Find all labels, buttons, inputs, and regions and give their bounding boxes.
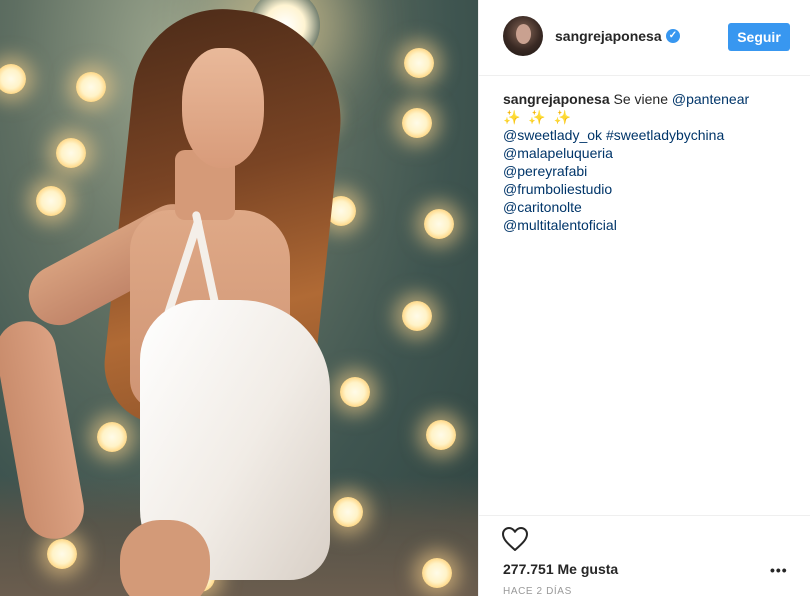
light-bulb bbox=[424, 209, 454, 239]
light-bulb bbox=[404, 48, 434, 78]
post-photo[interactable] bbox=[0, 0, 478, 596]
post-actions: 277.751 Me gusta ••• HACE 2 DÍAS bbox=[479, 515, 810, 596]
post-sidebar: sangrejaponesa ✓ Seguir sangrejaponesa S… bbox=[478, 0, 810, 596]
follow-button[interactable]: Seguir bbox=[728, 23, 790, 51]
light-bulb bbox=[36, 186, 66, 216]
light-bulb bbox=[47, 539, 77, 569]
light-bulb bbox=[76, 72, 106, 102]
avatar-face bbox=[516, 24, 531, 44]
mention-link[interactable]: @pantenear bbox=[672, 91, 749, 107]
mention-link[interactable]: @sweetlady_ok bbox=[503, 127, 602, 143]
light-bulb bbox=[422, 558, 452, 588]
username-link[interactable]: sangrejaponesa bbox=[555, 28, 662, 44]
post-timestamp[interactable]: HACE 2 DÍAS bbox=[503, 586, 572, 596]
verified-check-icon: ✓ bbox=[666, 29, 680, 43]
light-bulb bbox=[402, 108, 432, 138]
mention-link[interactable]: @frumboliestudio bbox=[503, 181, 612, 197]
mention-link[interactable]: @pereyrafabi bbox=[503, 163, 587, 179]
mention-link[interactable]: @caritonolte bbox=[503, 199, 582, 215]
light-bulb bbox=[426, 420, 456, 450]
sparkles-emoji: ✨ ✨ ✨ bbox=[503, 109, 574, 125]
light-bulb bbox=[340, 377, 370, 407]
light-bulb bbox=[56, 138, 86, 168]
likes-count[interactable]: 277.751 Me gusta bbox=[503, 561, 618, 577]
model-leg bbox=[120, 520, 210, 596]
light-bulb bbox=[0, 64, 26, 94]
mention-link[interactable]: @multitalentoficial bbox=[503, 217, 617, 233]
caption-author[interactable]: sangrejaponesa bbox=[503, 91, 610, 107]
mention-link[interactable]: @malapeluqueria bbox=[503, 145, 613, 161]
heart-icon[interactable] bbox=[501, 526, 529, 552]
light-bulb bbox=[333, 497, 363, 527]
avatar[interactable] bbox=[503, 16, 543, 56]
caption: sangrejaponesa Se viene @pantenear ✨ ✨ ✨… bbox=[503, 90, 793, 234]
caption-text: Se viene bbox=[613, 91, 668, 107]
model-face bbox=[182, 48, 264, 168]
post: sangrejaponesa ✓ Seguir sangrejaponesa S… bbox=[0, 0, 810, 596]
light-bulb bbox=[402, 301, 432, 331]
post-header: sangrejaponesa ✓ Seguir bbox=[479, 0, 810, 76]
light-bulb bbox=[97, 422, 127, 452]
hashtag-link[interactable]: #sweetladybychina bbox=[606, 127, 724, 143]
ellipsis-icon[interactable]: ••• bbox=[770, 563, 790, 581]
